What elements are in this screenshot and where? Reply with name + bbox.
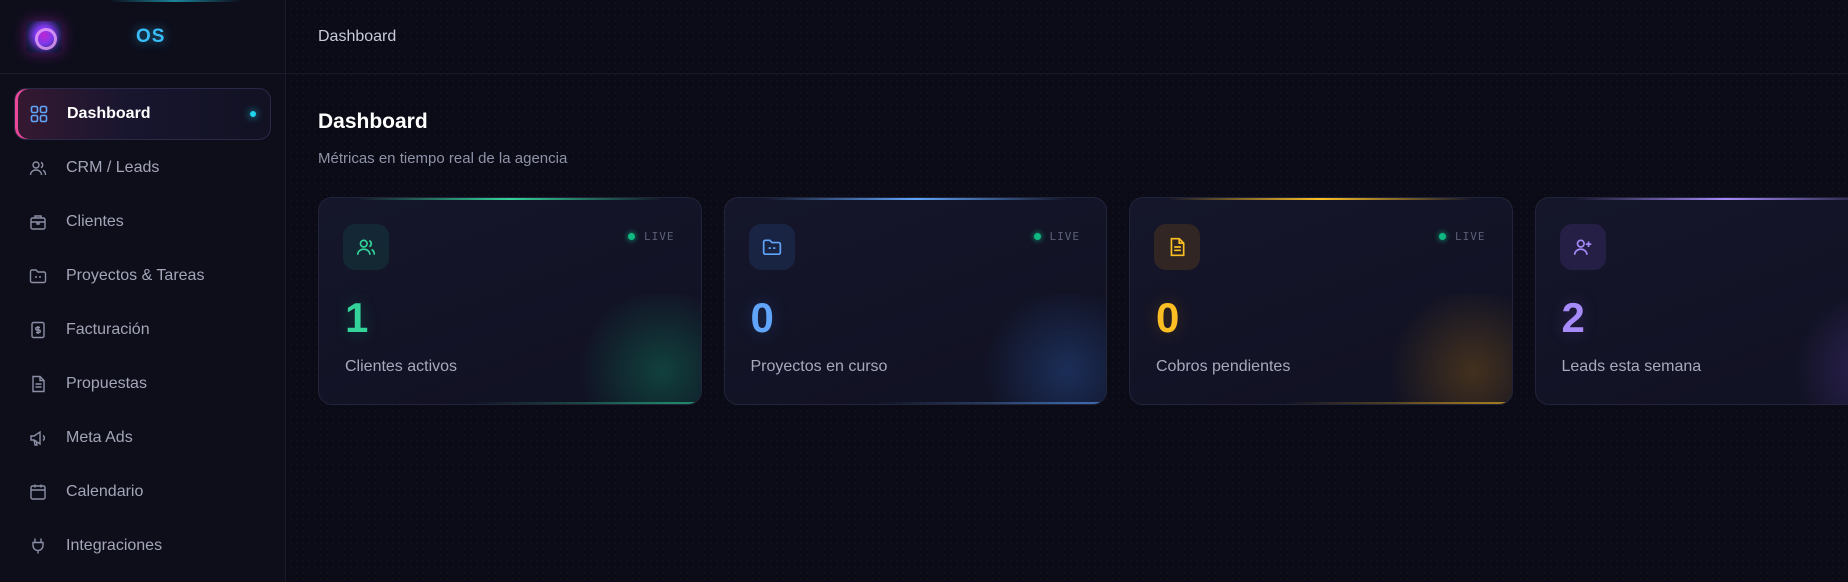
sidebar: OS Dashboard CRM / Leads Clientes Proyec… xyxy=(0,0,286,582)
metric-value: 2 xyxy=(1561,294,1585,341)
sidebar-item-label: Propuestas xyxy=(66,375,147,392)
metric-cards: LIVE 1 Clientes activos LIVE 0 Proyectos… xyxy=(318,197,1848,405)
metric-card-clientes-activos[interactable]: LIVE 1 Clientes activos xyxy=(318,197,702,405)
sidebar-item-label: Clientes xyxy=(66,213,124,230)
users-icon xyxy=(28,158,48,178)
sidebar-item-facturacion[interactable]: Facturación xyxy=(14,304,271,356)
sidebar-item-label: Calendario xyxy=(66,483,144,500)
sidebar-item-label: Integraciones xyxy=(66,537,163,554)
metric-card-proyectos-en-curso[interactable]: LIVE 0 Proyectos en curso xyxy=(723,197,1107,405)
users-icon xyxy=(343,224,389,270)
sidebar-item-integraciones[interactable]: Integraciones xyxy=(14,520,271,572)
main-content: Dashboard Métricas en tiempo real de la … xyxy=(286,74,1848,582)
topbar: Dashboard xyxy=(286,0,1848,74)
brand-name: OS xyxy=(136,25,166,47)
megaphone-icon xyxy=(28,428,48,448)
sidebar-item-dashboard[interactable]: Dashboard xyxy=(14,88,271,140)
document-icon xyxy=(28,374,48,394)
metric-label: Leads esta semana xyxy=(1561,358,1702,375)
sidebar-header: OS xyxy=(0,0,285,74)
live-label: LIVE xyxy=(1455,230,1486,243)
metric-card-cobros-pendientes[interactable]: LIVE 0 Cobros pendientes xyxy=(1129,197,1513,405)
building-icon xyxy=(28,212,48,232)
sidebar-nav: Dashboard CRM / Leads Clientes Proyectos… xyxy=(0,74,285,572)
sidebar-item-label: Meta Ads xyxy=(66,429,133,446)
breadcrumb: Dashboard xyxy=(318,27,397,45)
invoice-icon xyxy=(28,320,48,340)
metric-label: Cobros pendientes xyxy=(1156,358,1291,375)
user-plus-icon xyxy=(1559,224,1606,270)
folder-icon xyxy=(28,266,48,286)
card-accent-line xyxy=(1282,402,1512,404)
live-label: LIVE xyxy=(1049,230,1080,243)
calendar-icon xyxy=(28,482,48,502)
invoice-icon xyxy=(1154,224,1200,270)
plug-icon xyxy=(28,536,48,556)
metric-label: Clientes activos xyxy=(345,358,458,375)
page-title: Dashboard xyxy=(318,110,428,133)
metric-value: 0 xyxy=(1156,294,1180,341)
metric-value: 1 xyxy=(345,294,369,341)
sidebar-item-label: Proyectos & Tareas xyxy=(66,267,205,284)
live-label: LIVE xyxy=(644,230,675,243)
sidebar-item-label: Facturación xyxy=(66,321,150,338)
live-badge: LIVE xyxy=(1439,230,1486,243)
live-dot xyxy=(1033,233,1041,240)
live-badge: LIVE xyxy=(1033,230,1081,243)
sidebar-item-label: CRM / Leads xyxy=(66,159,160,176)
sidebar-item-crm-leads[interactable]: CRM / Leads xyxy=(14,142,271,194)
live-dot xyxy=(1439,233,1446,240)
live-badge: LIVE xyxy=(628,230,675,243)
active-dot xyxy=(250,111,256,117)
metric-value: 0 xyxy=(750,294,774,341)
sidebar-item-clientes[interactable]: Clientes xyxy=(14,196,271,248)
logo[interactable] xyxy=(26,20,62,53)
live-dot xyxy=(628,233,635,240)
sidebar-item-calendario[interactable]: Calendario xyxy=(14,466,271,518)
page-subtitle: Métricas en tiempo real de la agencia xyxy=(318,150,568,167)
card-accent-line xyxy=(471,402,701,404)
sidebar-item-proyectos[interactable]: Proyectos & Tareas xyxy=(14,250,271,302)
grid-icon xyxy=(29,104,49,124)
card-accent-line xyxy=(877,402,1106,404)
folder-icon xyxy=(748,224,795,270)
metric-card-leads-semana[interactable]: 2 Leads esta semana xyxy=(1534,197,1848,405)
sidebar-item-label: Dashboard xyxy=(67,105,151,122)
metric-label: Proyectos en curso xyxy=(750,358,888,375)
sidebar-item-meta-ads[interactable]: Meta Ads xyxy=(14,412,271,464)
sidebar-item-propuestas[interactable]: Propuestas xyxy=(14,358,271,410)
